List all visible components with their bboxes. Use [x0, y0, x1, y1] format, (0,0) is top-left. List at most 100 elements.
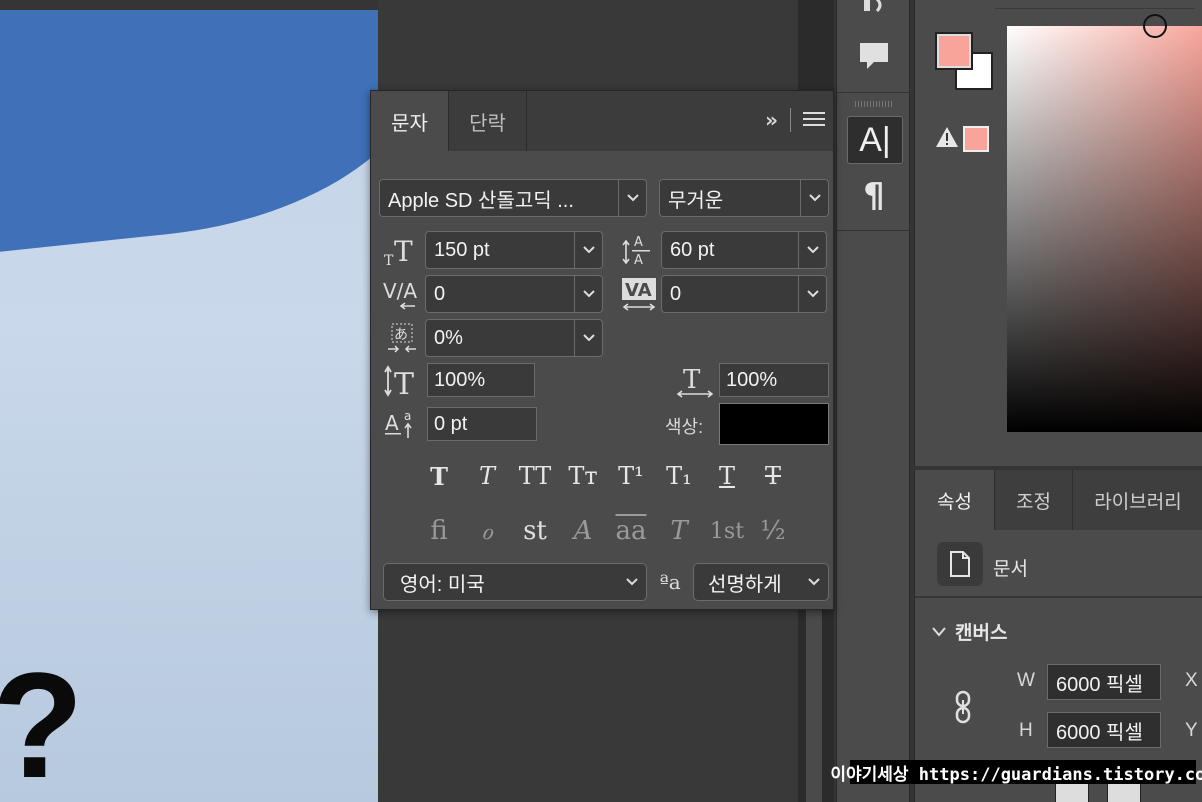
tsume-value: 0%	[434, 326, 463, 349]
fractions-button[interactable]: ½	[753, 511, 793, 551]
contextual-alternates-button[interactable]: ℴ	[467, 511, 507, 551]
character-panel-icon[interactable]: A|	[847, 116, 903, 164]
character-panel: 문자 단락 » Apple SD 산돌고딕 ... 무거운 TT 150 pt	[370, 90, 834, 610]
svg-text:A: A	[634, 253, 643, 268]
gamut-warning-swatch[interactable]	[963, 126, 989, 152]
swash-button[interactable]: A	[563, 511, 603, 551]
leading-icon: AA	[619, 231, 655, 269]
discretionary-ligatures-button[interactable]: st	[515, 511, 555, 551]
svg-text:T: T	[394, 367, 414, 398]
gamut-warning-icon[interactable]	[935, 126, 959, 154]
photoshop-workspace: ? A| ¶ 속성 조정 라이브러리 문서 캔버스 W 6000 픽셀 X H …	[0, 0, 1202, 802]
actions-separator	[790, 108, 791, 132]
strip-divider	[837, 230, 911, 231]
font-style-value: 무거운	[668, 189, 724, 212]
height-label: H	[1019, 720, 1033, 741]
superscript-button[interactable]: T¹	[611, 459, 651, 493]
properties-divider	[915, 596, 1202, 598]
properties-panel: 속성 조정 라이브러리 문서 캔버스 W 6000 픽셀 X H 6000 픽셀…	[914, 470, 1202, 802]
small-caps-button[interactable]: Tт	[563, 459, 603, 493]
font-size-value: 150 pt	[434, 238, 490, 261]
antialias-select[interactable]: 선명하게	[693, 563, 829, 601]
tab-libraries[interactable]: 라이브러리	[1073, 470, 1202, 530]
document-label: 문서	[993, 559, 1028, 580]
tracking-field[interactable]: 0	[661, 275, 827, 313]
baseline-shift-field[interactable]: 0 pt	[427, 407, 537, 441]
tab-properties[interactable]: 속성	[915, 470, 995, 530]
tsume-icon: あ	[385, 321, 419, 357]
svg-text:A: A	[634, 235, 643, 250]
titling-alternates-button[interactable]: T	[659, 511, 699, 551]
document-canvas[interactable]: ?	[0, 10, 378, 802]
vertical-scrollbar[interactable]	[806, 610, 822, 802]
faux-italic-button[interactable]: T	[467, 459, 507, 493]
standard-ligatures-button[interactable]: ﬁ	[419, 511, 459, 551]
leading-value: 60 pt	[670, 238, 715, 261]
panel-actions: »	[765, 107, 825, 133]
svg-text:T: T	[394, 235, 413, 267]
tab-paragraph[interactable]: 단락	[449, 91, 527, 151]
language-select[interactable]: 영어: 미국	[383, 563, 647, 601]
tsume-field[interactable]: 0%	[425, 319, 603, 357]
language-value: 영어: 미국	[400, 573, 485, 596]
canvas-question-mark: ?	[0, 641, 84, 802]
underline-button[interactable]: T	[707, 459, 747, 493]
chevron-down-icon	[574, 232, 602, 268]
chevron-down-icon	[932, 626, 946, 637]
font-family-select[interactable]: Apple SD 산돌고딕 ...	[379, 179, 647, 217]
x-label: X	[1185, 670, 1198, 691]
text-color-swatch[interactable]	[719, 403, 829, 445]
character-panel-glyph: A|	[859, 120, 891, 159]
color-panel	[914, 0, 1202, 466]
link-dimensions-icon[interactable]	[953, 690, 973, 729]
svg-text:A: A	[385, 411, 399, 435]
chevron-down-icon	[800, 564, 828, 600]
chevron-down-icon	[800, 180, 828, 216]
svg-text:V/A: V/A	[383, 279, 417, 303]
font-size-icon: TT	[383, 233, 419, 269]
panel-icon-strip: A| ¶	[836, 0, 911, 802]
document-icon	[937, 542, 983, 586]
antialias-icon: ªa	[659, 570, 681, 594]
stylistic-alternates-button[interactable]: aa	[611, 511, 651, 551]
vertical-scale-field[interactable]: 100%	[427, 363, 535, 397]
panel-menu-icon[interactable]	[803, 107, 825, 133]
strip-grip[interactable]	[855, 101, 893, 107]
comment-icon[interactable]	[847, 32, 901, 80]
horizontal-scale-field[interactable]: 100%	[719, 363, 829, 397]
chevron-down-icon	[798, 232, 826, 268]
chevron-down-icon	[574, 320, 602, 356]
text-color-label: 색상:	[665, 417, 704, 437]
paragraph-icon[interactable]: ¶	[847, 172, 901, 220]
strikethrough-button[interactable]: T	[753, 459, 793, 493]
tab-character[interactable]: 문자	[371, 91, 449, 151]
subscript-button[interactable]: T₁	[659, 459, 699, 493]
svg-text:a: a	[404, 409, 411, 423]
tab-adjustments[interactable]: 조정	[995, 470, 1073, 530]
color-panel-top-edge	[995, 8, 1195, 9]
foreground-color-swatch[interactable]	[935, 32, 973, 70]
kerning-field[interactable]: 0	[425, 275, 603, 313]
workspace-top-gutter	[0, 0, 378, 10]
font-size-field[interactable]: 150 pt	[425, 231, 603, 269]
canvas-height-field[interactable]: 6000 픽셀	[1047, 712, 1161, 748]
leading-field[interactable]: 60 pt	[661, 231, 827, 269]
collapse-panel-icon[interactable]: »	[765, 108, 778, 132]
character-panel-tab-bar: 문자 단락 »	[371, 91, 833, 151]
properties-tab-bar: 속성 조정 라이브러리	[915, 470, 1202, 530]
horizontal-scale-icon: T	[675, 363, 715, 399]
faux-bold-button[interactable]: T	[419, 459, 459, 493]
all-caps-button[interactable]: TT	[515, 459, 555, 493]
paragraph-glyph: ¶	[863, 176, 885, 216]
svg-text:T: T	[384, 253, 394, 267]
canvas-width-field[interactable]: 6000 픽셀	[1047, 664, 1161, 700]
blog-watermark: 이야기세상 https://guardians.tistory.com	[830, 760, 1202, 785]
y-label: Y	[1185, 720, 1198, 741]
font-style-select[interactable]: 무거운	[659, 179, 829, 217]
canvas-section-header[interactable]: 캔버스	[931, 618, 1007, 645]
color-picker-field[interactable]	[1007, 26, 1202, 432]
color-picker-cursor[interactable]	[1143, 14, 1167, 38]
chevron-down-icon	[798, 276, 826, 312]
ordinals-button[interactable]: 1st	[707, 511, 747, 551]
notes-icon[interactable]	[847, 0, 901, 34]
